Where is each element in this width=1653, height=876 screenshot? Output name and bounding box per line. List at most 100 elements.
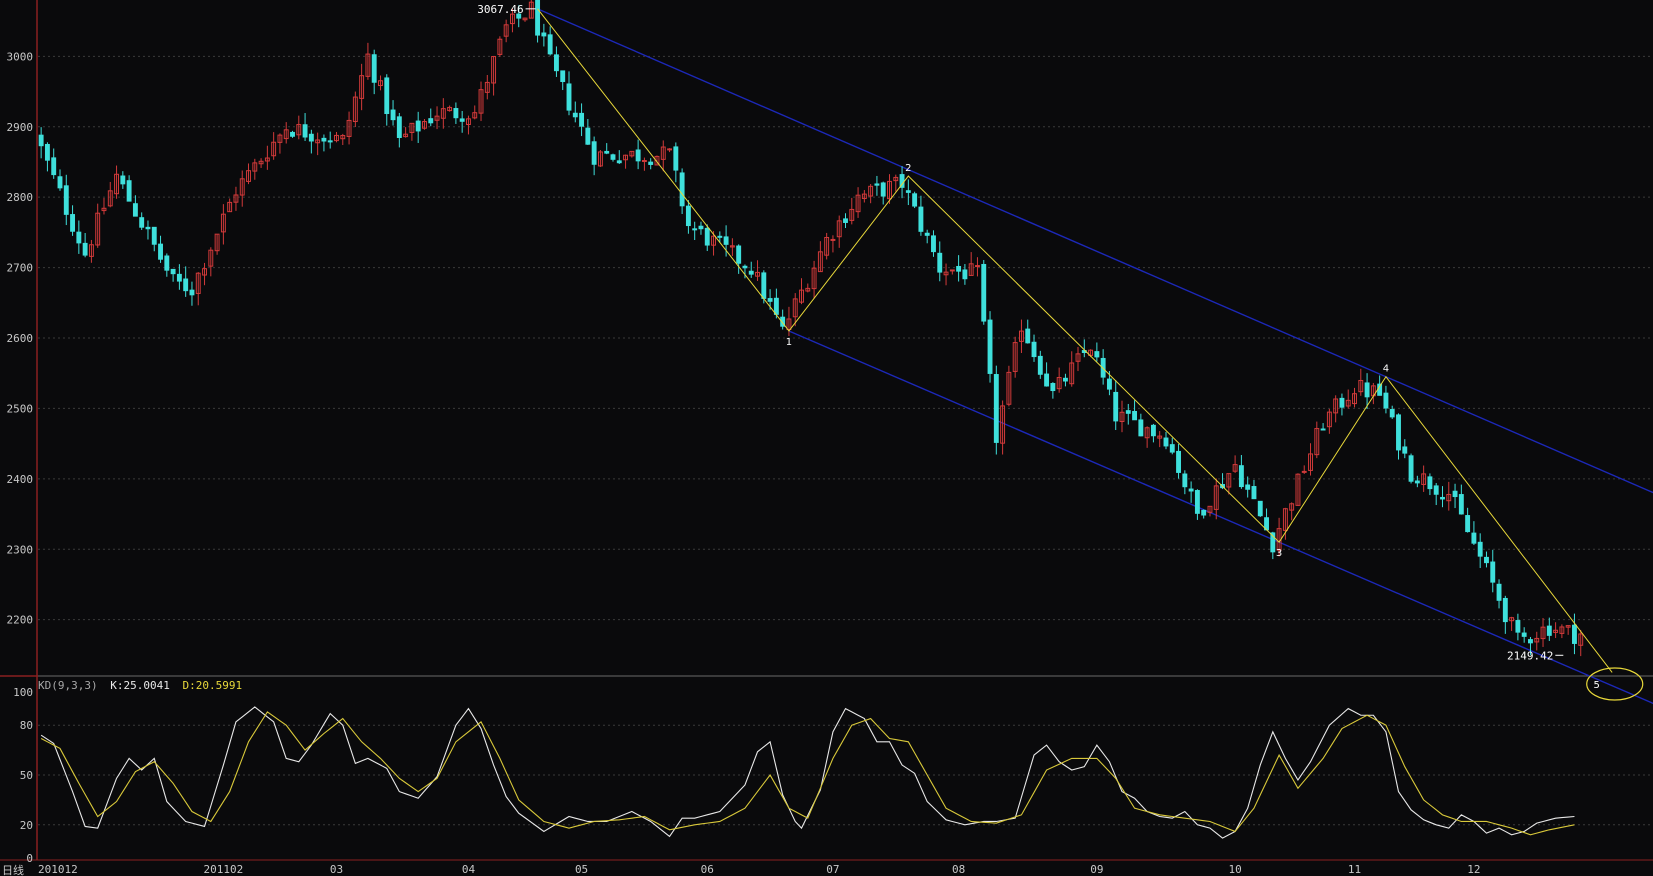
candle-body (905, 190, 911, 193)
candle-body (1188, 488, 1194, 492)
candle-body (1546, 625, 1552, 636)
kd-indicator-title: KD(9,3,3) K:25.0041 D:20.5991 (38, 679, 242, 692)
candle-body (1251, 486, 1257, 500)
candle-body (76, 231, 82, 244)
candle-body (962, 269, 968, 280)
y-tick-label: 2500 (7, 402, 34, 415)
candle-body (371, 54, 377, 83)
candle-body (1339, 397, 1345, 408)
candle-body (1138, 419, 1144, 437)
period-label: 日线 (2, 863, 24, 876)
candle-body (698, 225, 704, 230)
candle-body (1458, 494, 1464, 515)
candle-body (585, 127, 591, 145)
candle-body (937, 252, 943, 273)
frame-lines (0, 0, 1653, 861)
candle-body (880, 182, 886, 197)
candle-body (390, 109, 396, 121)
kd-name: KD(9,3,3) (38, 679, 98, 692)
x-tick-label: 08 (952, 863, 965, 876)
candle-body (717, 235, 723, 238)
candle-body (1113, 391, 1119, 422)
candle-body (1044, 373, 1050, 387)
candle-body (189, 289, 195, 296)
y-tick-label: 2300 (7, 543, 34, 556)
candle-body (1521, 632, 1527, 637)
candle-body (384, 77, 390, 115)
candle-body (1471, 532, 1477, 544)
candle-body (591, 141, 597, 165)
x-tick-label: 201102 (204, 863, 244, 876)
x-tick-label: 201012 (38, 863, 78, 876)
y-tick-label: 2900 (7, 121, 34, 134)
candle-body (1320, 428, 1326, 431)
candle-body (308, 133, 314, 142)
candle-body (51, 157, 57, 176)
candle-body (396, 116, 402, 138)
candle-body (616, 160, 622, 164)
candle-body (428, 118, 434, 124)
kd-k-value: K:25.0041 (110, 679, 170, 692)
candle-body (572, 112, 578, 118)
candle-body (1257, 500, 1263, 517)
candle-body (139, 217, 145, 228)
candle-body (1402, 446, 1408, 454)
candle-body (57, 176, 63, 189)
zigzag-line (537, 8, 1613, 673)
candle-body (63, 185, 69, 215)
candle-body (767, 298, 773, 302)
candle-body (1433, 485, 1439, 495)
candle-body (553, 54, 559, 72)
candle-body (82, 242, 88, 256)
candle-body (453, 108, 459, 119)
candle-body (560, 70, 566, 83)
candle-body (145, 226, 151, 230)
candle-body (918, 206, 924, 232)
candle-body (1572, 624, 1577, 644)
candle-body (1427, 476, 1433, 490)
chart-canvas: 12345 3067.46 2149.42 3000 2900 2800 2700 260… (0, 0, 1653, 876)
candle-body (610, 154, 616, 160)
candle-body (183, 278, 189, 292)
x-tick-label: 10 (1228, 863, 1241, 876)
candle-body (635, 149, 641, 162)
candlestick-series (38, 0, 1584, 657)
candle-body (151, 226, 157, 245)
candle-body (931, 235, 936, 253)
candle-body (723, 236, 729, 245)
candle-body (742, 265, 748, 269)
kd-y-tick-label: 50 (20, 769, 33, 782)
candle-body (1528, 639, 1533, 644)
candle-body (1182, 473, 1188, 488)
candle-body (1062, 377, 1068, 382)
candle-body (641, 160, 647, 163)
candle-body (685, 205, 691, 227)
candle-body (1094, 351, 1100, 358)
candle-body (956, 265, 962, 272)
y-tick-label: 3000 (7, 50, 34, 63)
x-tick-label: 06 (701, 863, 714, 876)
candle-body (1025, 328, 1031, 344)
candle-body (1414, 480, 1420, 484)
candle-body (1245, 484, 1251, 490)
candle-body (1125, 410, 1131, 414)
annotations: 3067.46 2149.42 (477, 3, 1564, 662)
candle-body (830, 238, 836, 241)
y-tick-label: 2600 (7, 332, 34, 345)
candle-body (1150, 424, 1156, 437)
candle-body (1238, 465, 1244, 488)
candle-body (673, 146, 679, 171)
candle-body (1465, 515, 1471, 533)
candle-body (1106, 378, 1112, 390)
candle-body (170, 268, 176, 275)
kd-y-tick-label: 100 (13, 686, 33, 699)
y-tick-label: 2200 (7, 614, 34, 627)
candle-body (748, 270, 754, 275)
candle-body (321, 137, 327, 142)
y-tick-label: 2400 (7, 473, 34, 486)
candle-body (541, 32, 547, 37)
candle-body (1452, 490, 1458, 498)
candle-body (1169, 444, 1175, 453)
candle-body (132, 203, 138, 217)
candle-body (1389, 409, 1395, 418)
